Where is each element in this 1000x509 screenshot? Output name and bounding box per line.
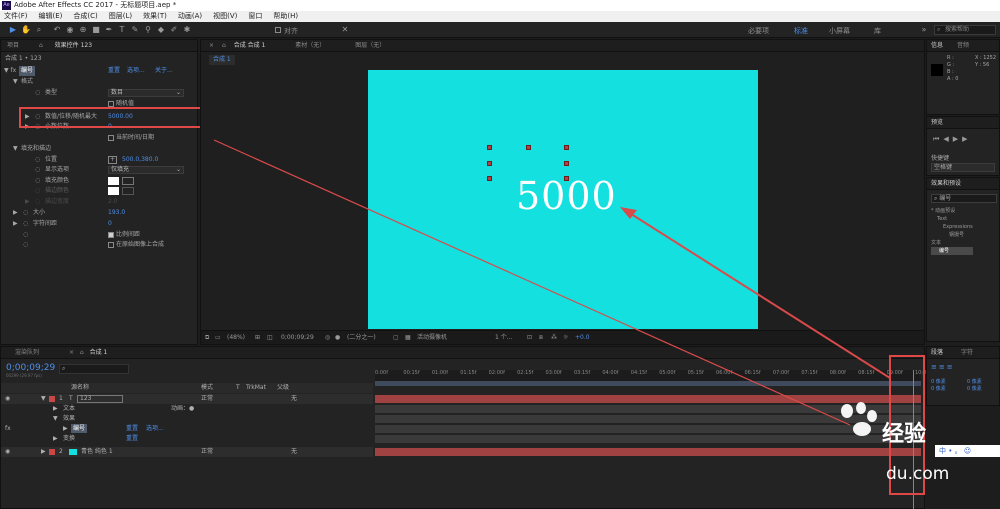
paw-logo-icon bbox=[841, 402, 877, 436]
annotation-arrow-line bbox=[627, 211, 891, 379]
watermark-logo: 经验 du.com bbox=[836, 398, 950, 493]
watermark-brand: 经验 bbox=[882, 422, 927, 447]
watermark-domain: du.com bbox=[886, 464, 950, 484]
annotation-arrow-line bbox=[213, 139, 851, 426]
